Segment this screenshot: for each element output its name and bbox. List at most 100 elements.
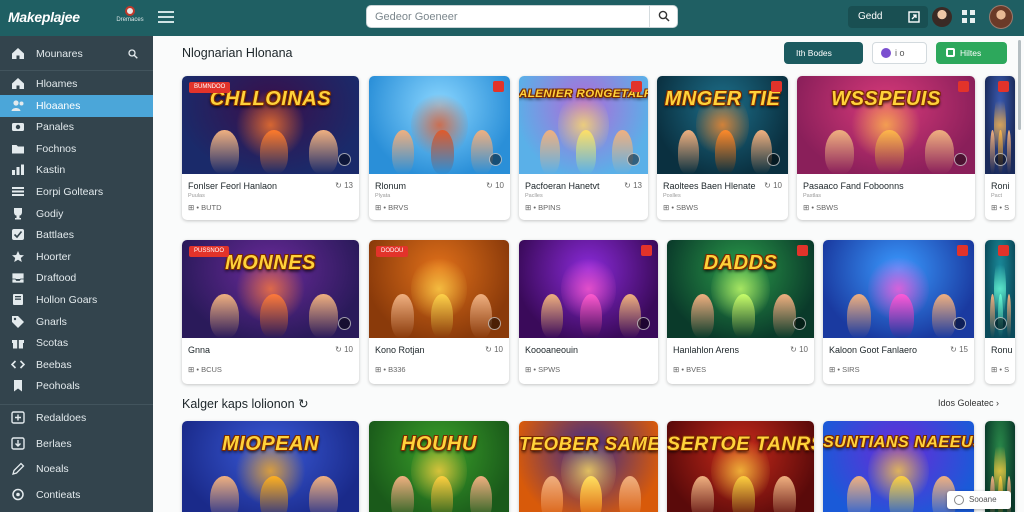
game-title[interactable]: Rlonum — [375, 181, 406, 191]
game-title[interactable]: Gnna — [188, 345, 210, 355]
play-icon[interactable] — [793, 317, 806, 330]
game-actions[interactable]: ↻ 13 — [624, 181, 642, 190]
sidebar-item-hloames[interactable]: Hloames — [0, 73, 153, 95]
user-avatar[interactable] — [932, 7, 952, 27]
search-input[interactable] — [375, 9, 645, 25]
primary-action-button[interactable]: Ith Bodes — [784, 42, 863, 64]
game-title[interactable]: Ronu — [991, 345, 1013, 355]
sidebar-item-hollon-goars[interactable]: Hollon Goars — [0, 289, 153, 311]
game-title[interactable]: Pasaaco Fand Foboonns — [803, 181, 904, 191]
game-title[interactable]: Koooaneouin — [525, 345, 578, 355]
game-card[interactable]: MNGER TIE Raoltees Baen Hlenate ↻ 10 Poslle… — [657, 76, 788, 220]
game-actions[interactable]: ↻ 15 — [950, 345, 968, 354]
search-button[interactable] — [649, 6, 677, 27]
game-card[interactable]: MONNES PUSSNOO Gnna ↻ 10 ⊞ • BCUS — [182, 240, 359, 384]
game-title[interactable]: Roni — [991, 181, 1010, 191]
sidebar-item-peohoals[interactable]: Peohoals — [0, 375, 153, 397]
game-thumbnail[interactable]: MONNES PUSSNOO — [182, 240, 359, 338]
game-title[interactable]: Raoltees Baen Hlenate — [663, 181, 756, 191]
play-icon[interactable] — [954, 153, 967, 166]
game-title[interactable]: Fonlser Feorl Hanlaon — [188, 181, 277, 191]
game-thumbnail[interactable]: HOUHU — [369, 421, 509, 512]
game-card[interactable]: ALENIER RONGETALRS Pacfoeran Hanetvt ↻ 13 P… — [519, 76, 648, 220]
sidebar-item-kastin[interactable]: Kastin — [0, 159, 153, 181]
green-action-button[interactable]: Hiltes — [936, 42, 1007, 64]
game-title[interactable]: Pacfoeran Hanetvt — [525, 181, 600, 191]
game-actions[interactable]: ↻ 10 — [790, 345, 808, 354]
notification-toast[interactable]: Sooane — [947, 491, 1011, 509]
profile-avatar[interactable] — [989, 5, 1013, 29]
game-thumbnail[interactable]: WSSPEUIS — [797, 76, 975, 174]
app-logo[interactable]: Makeplajee — [8, 9, 80, 25]
game-card[interactable]: MIOPEAN — [182, 421, 359, 512]
play-icon[interactable] — [994, 153, 1007, 166]
game-title[interactable]: Kono Rotjan — [375, 345, 425, 355]
game-card[interactable]: WSSPEUIS Pasaaco Fand Foboonns Pastlas ⊞ • … — [797, 76, 975, 220]
sidebar-item-scotas[interactable]: Scotas — [0, 332, 153, 354]
game-card[interactable]: Koooaneouin ⊞ • SPWS — [519, 240, 658, 384]
game-actions[interactable]: ↻ 10 — [335, 345, 353, 354]
sidebar-item-draftood[interactable]: Draftood — [0, 267, 153, 289]
game-card[interactable]: Roni Pact ⊞ • S — [985, 76, 1015, 220]
sidebar-item-noeals[interactable]: Noeals — [0, 458, 153, 480]
sidebar-item-gnarls[interactable]: Gnarls — [0, 311, 153, 333]
play-icon[interactable] — [767, 153, 780, 166]
sidebar-item-beebas[interactable]: Beebas — [0, 354, 153, 376]
game-thumbnail[interactable]: TEOBER SAMER — [519, 421, 658, 512]
sidebar-item-godiy[interactable]: Godiy — [0, 203, 153, 225]
account-menu-button[interactable]: Gedd — [848, 6, 928, 28]
game-actions[interactable]: ↻ 13 — [335, 181, 353, 190]
game-thumbnail[interactable]: MIOPEAN — [182, 421, 359, 512]
game-card[interactable]: Kaloon Goot Fanlaero ↻ 15 ⊞ • SIRS — [823, 240, 974, 384]
sidebar-item-hoorter[interactable]: Hoorter — [0, 246, 153, 268]
hamburger-menu-icon[interactable] — [158, 9, 174, 25]
game-thumbnail[interactable] — [519, 240, 658, 338]
play-icon[interactable] — [953, 317, 966, 330]
play-icon[interactable] — [637, 317, 650, 330]
game-thumbnail[interactable]: DADDS — [667, 240, 814, 338]
secondary-action-button[interactable]: i o — [872, 42, 927, 64]
game-actions[interactable]: ↻ 10 — [485, 345, 503, 354]
game-thumbnail[interactable]: CHLLOINAS BUMNDOO — [182, 76, 359, 174]
game-actions[interactable]: ↻ 10 — [486, 181, 504, 190]
game-thumbnail[interactable] — [985, 76, 1015, 174]
game-card[interactable]: Rlonum ↻ 10 Plyata ⊞ • BRVS — [369, 76, 510, 220]
sidebar-search-icon[interactable] — [128, 49, 138, 59]
game-thumbnail[interactable]: MNGER TIE — [657, 76, 788, 174]
scrollbar[interactable] — [1018, 40, 1021, 130]
sidebar-header[interactable]: Mounares — [0, 43, 153, 65]
sidebar-item-berlaes[interactable]: Berlaes — [0, 433, 153, 455]
game-card[interactable]: SERTOE TANRS — [667, 421, 814, 512]
refresh-icon[interactable]: ↻ — [298, 397, 308, 411]
game-thumbnail[interactable]: SERTOE TANRS — [667, 421, 814, 512]
play-icon[interactable] — [489, 153, 502, 166]
game-thumbnail[interactable]: DODOU — [369, 240, 509, 338]
game-thumbnail[interactable] — [823, 240, 974, 338]
sidebar-item-eorpi-goltears[interactable]: Eorpi Goltears — [0, 181, 153, 203]
game-title[interactable]: Kaloon Goot Fanlaero — [829, 345, 917, 355]
play-icon[interactable] — [994, 317, 1007, 330]
sidebar-item-contieats[interactable]: Contieats — [0, 484, 153, 506]
play-icon[interactable] — [627, 153, 640, 166]
sidebar-item-redaldoes[interactable]: Redaldoes — [0, 407, 153, 429]
apps-grid-icon[interactable] — [962, 10, 976, 24]
game-card[interactable]: DADDS Hanlahlon Arens ↻ 10 ⊞ • BVES — [667, 240, 814, 384]
sidebar-item-fochnos[interactable]: Fochnos — [0, 138, 153, 160]
view-all-link[interactable]: Idos Goleatec › — [938, 398, 999, 408]
game-actions[interactable]: ↻ 10 — [764, 181, 782, 190]
play-icon[interactable] — [338, 153, 351, 166]
game-thumbnail[interactable]: ALENIER RONGETALRS — [519, 76, 648, 174]
game-card[interactable]: HOUHU — [369, 421, 509, 512]
play-icon[interactable] — [488, 317, 501, 330]
game-thumbnail[interactable] — [369, 76, 510, 174]
game-thumbnail[interactable] — [985, 240, 1015, 338]
game-card[interactable]: CHLLOINAS BUMNDOO Fonlser Feorl Hanlaon ↻ 1… — [182, 76, 359, 220]
sidebar-item-hloaanes[interactable]: Hloaanes — [0, 94, 153, 117]
play-icon[interactable] — [338, 317, 351, 330]
game-card[interactable]: TEOBER SAMER — [519, 421, 658, 512]
sidebar-item-panales[interactable]: Panales — [0, 116, 153, 138]
game-card[interactable]: Ronu ⊞ • S — [985, 240, 1015, 384]
game-card[interactable]: DODOU Kono Rotjan ↻ 10 ⊞ • B336 — [369, 240, 509, 384]
game-title[interactable]: Hanlahlon Arens — [673, 345, 739, 355]
sidebar-item-battlaes[interactable]: Battlaes — [0, 224, 153, 246]
